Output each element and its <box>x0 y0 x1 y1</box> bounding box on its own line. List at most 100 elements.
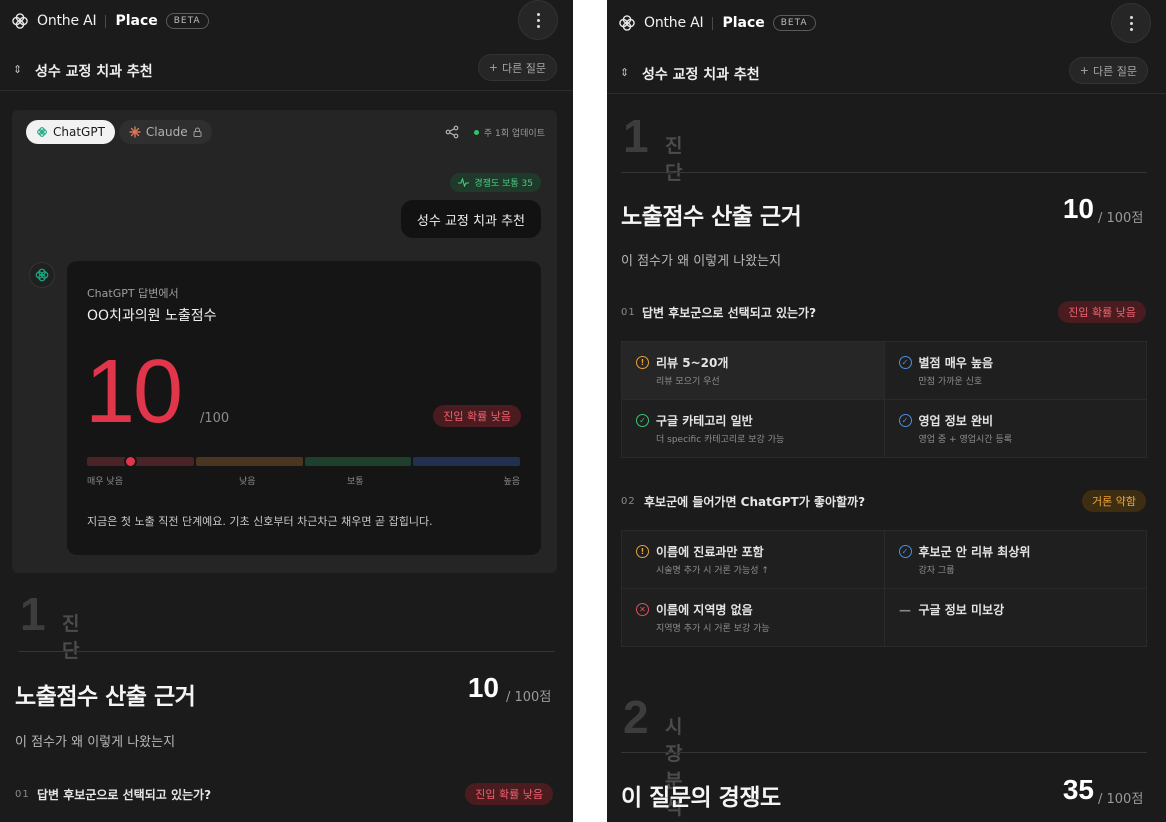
signal-title: 영업 정보 완비 <box>918 414 994 428</box>
brand-divider <box>712 16 714 30</box>
more-dot-icon <box>536 12 540 16</box>
section-2-score: 35 <box>1062 774 1094 805</box>
brand-divider <box>105 14 107 28</box>
level-low: 낮음 <box>239 477 256 487</box>
warning-icon: ! <box>636 545 649 558</box>
signal-card[interactable]: ✓ 별점 매우 높음 만점 가까운 신호 <box>884 342 1146 399</box>
more-dot-icon <box>1129 27 1133 31</box>
competition-badge-label: 경쟁도 보통 35 <box>474 179 533 189</box>
q2-text: 후보군에 들어가면 ChatGPT가 좋아할까? <box>644 495 866 509</box>
signal-card[interactable]: ✓ 영업 정보 완비 영업 중 + 영업시간 등록 <box>884 400 1146 457</box>
signal-card[interactable]: ! 리뷰 5~20개 리뷰 모으기 우선 <box>622 342 884 399</box>
beta-badge: BETA <box>772 15 816 31</box>
signal-title: 후보군 안 리뷰 최상위 <box>918 545 1031 559</box>
section-1-heading: 노출점수 산출 근거 <box>621 204 802 230</box>
q1-index: 01 <box>15 789 30 800</box>
exposure-score: 10 <box>85 342 183 442</box>
score-panel: ChatGPT 답변에서 OO치과의원 노출점수 10 /100 진입 확률 낮… <box>67 261 541 555</box>
warning-icon: ! <box>636 356 649 369</box>
signal-card[interactable]: — 구글 정보 미보강 <box>884 589 1146 646</box>
q1-signal-grid: ! 리뷰 5~20개 리뷰 모으기 우선 ✓ 별점 매우 높음 만점 가까운 신… <box>621 341 1147 458</box>
section-divider <box>621 752 1147 753</box>
section-2-score-unit: / 100점 <box>1098 792 1144 807</box>
question-title[interactable]: 성수 교정 치과 추천 <box>35 61 153 81</box>
q2-badge: 거론 약함 <box>1082 490 1146 512</box>
logo-icon <box>619 15 635 31</box>
competition-badge: 경쟁도 보통 35 <box>450 173 541 192</box>
share-icon[interactable] <box>445 125 459 139</box>
answer-source: ChatGPT 답변에서 <box>87 287 179 300</box>
q1-badge: 진입 확률 낮음 <box>1058 301 1146 323</box>
plus-icon: + <box>488 61 499 74</box>
check-icon: ✓ <box>898 545 912 558</box>
other-question-label: 다른 질문 <box>1093 64 1137 78</box>
update-text: 주 1회 업데이트 <box>483 129 545 139</box>
signal-title: 구글 카테고리 일반 <box>656 414 753 428</box>
x-icon: ✕ <box>636 603 649 616</box>
section-1-score: 10 <box>1062 193 1094 224</box>
logo[interactable]: Onthe AI Place BETA <box>10 11 209 31</box>
section-2-heading: 이 질문의 경쟁도 <box>621 785 781 811</box>
beta-badge: BETA <box>165 13 209 29</box>
product-name: Place <box>722 15 765 31</box>
live-dot-icon <box>473 130 479 135</box>
score-levels: 매우 낮음 낮음 보통 높음 <box>87 474 520 487</box>
signal-card[interactable]: ✕ 이름에 지역명 없음 지역명 추가 시 거론 보강 가능 <box>622 589 884 646</box>
q1-text: 답변 후보군으로 선택되고 있는가? <box>37 788 212 802</box>
signal-sub: 더 specific 카테고리로 보강 가능 <box>656 435 785 445</box>
q1-badge: 진입 확률 낮음 <box>465 783 553 805</box>
claude-icon <box>129 126 141 138</box>
model-tabs: ChatGPT Claude <box>26 120 212 146</box>
tab-claude-label: Claude <box>145 125 188 139</box>
tab-chatgpt[interactable]: ChatGPT <box>26 120 115 144</box>
logo[interactable]: Onthe AI Place BETA <box>617 13 816 33</box>
result-card: ChatGPT Claude 주 1회 업데이트 경쟁도 보통 35 성수 교정… <box>12 110 557 573</box>
check-icon: ✓ <box>898 356 912 369</box>
section-1-number: 1 <box>623 110 649 162</box>
dash-icon: — <box>899 602 911 617</box>
q2-index: 02 <box>621 496 636 507</box>
section-1-desc: 이 점수가 왜 이렇게 나왔는지 <box>15 735 176 750</box>
signal-sub: 지역명 추가 시 거론 보강 가능 <box>656 624 770 634</box>
progress-segment-medium <box>304 457 412 466</box>
level-medium: 보통 <box>347 477 364 487</box>
entry-probability-badge: 진입 확률 낮음 <box>433 405 521 427</box>
question-title[interactable]: 성수 교정 치과 추천 <box>642 64 760 84</box>
plus-icon: + <box>1079 64 1090 77</box>
brand-name: Onthe AI <box>644 15 704 31</box>
section-1-score-unit: / 100점 <box>506 690 552 705</box>
level-very-low: 매우 낮음 <box>87 477 123 487</box>
header: Onthe AI Place BETA <box>0 0 573 48</box>
check-icon: ✓ <box>636 414 649 427</box>
signal-title: 별점 매우 높음 <box>918 356 994 370</box>
score-max: /100 <box>200 411 230 426</box>
other-question-button[interactable]: + 다른 질문 <box>477 54 557 81</box>
left-screen: Onthe AI Place BETA ⇕ 성수 교정 치과 추천 + 다른 질… <box>0 0 573 822</box>
progress-segment-low <box>195 457 303 466</box>
signal-card[interactable]: ✓ 구글 카테고리 일반 더 specific 카테고리로 보강 가능 <box>622 400 884 457</box>
chatgpt-avatar <box>29 262 55 288</box>
sort-chevrons-icon[interactable]: ⇕ <box>620 66 629 79</box>
more-menu-button[interactable] <box>1111 3 1151 43</box>
header: Onthe AI Place BETA <box>607 0 1166 48</box>
more-menu-button[interactable] <box>518 0 558 40</box>
q2-signal-grid: ! 이름에 진료과만 포함 시술명 추가 시 거론 가능성 ↑ ✓ 후보군 안 … <box>621 530 1147 647</box>
signal-card[interactable]: ! 이름에 진료과만 포함 시술명 추가 시 거론 가능성 ↑ <box>622 531 884 588</box>
update-status: 주 1회 업데이트 <box>473 126 545 139</box>
tab-claude[interactable]: Claude <box>118 120 212 144</box>
other-question-button[interactable]: + 다른 질문 <box>1068 57 1148 84</box>
signal-title: 이름에 진료과만 포함 <box>656 545 764 559</box>
right-screen: Onthe AI Place BETA ⇕ 성수 교정 치과 추천 + 다른 질… <box>607 0 1166 822</box>
other-question-label: 다른 질문 <box>502 61 546 75</box>
tab-chatgpt-label: ChatGPT <box>53 125 105 139</box>
score-progress-bar <box>87 455 520 468</box>
signal-title: 구글 정보 미보강 <box>918 603 1005 617</box>
score-message: 지금은 첫 노출 직전 단계예요. 기초 신호부터 차근차근 채우면 곧 잡힙니… <box>87 515 433 528</box>
signal-card[interactable]: ✓ 후보군 안 리뷰 최상위 강자 그룹 <box>884 531 1146 588</box>
section-2-number: 2 <box>623 691 649 743</box>
signal-sub: 시술명 추가 시 거론 가능성 ↑ <box>656 566 769 576</box>
progress-segment-high <box>413 457 520 466</box>
level-high: 높음 <box>503 477 520 487</box>
signal-sub: 영업 중 + 영업시간 등록 <box>918 435 1013 445</box>
sort-chevrons-icon[interactable]: ⇕ <box>13 63 22 76</box>
